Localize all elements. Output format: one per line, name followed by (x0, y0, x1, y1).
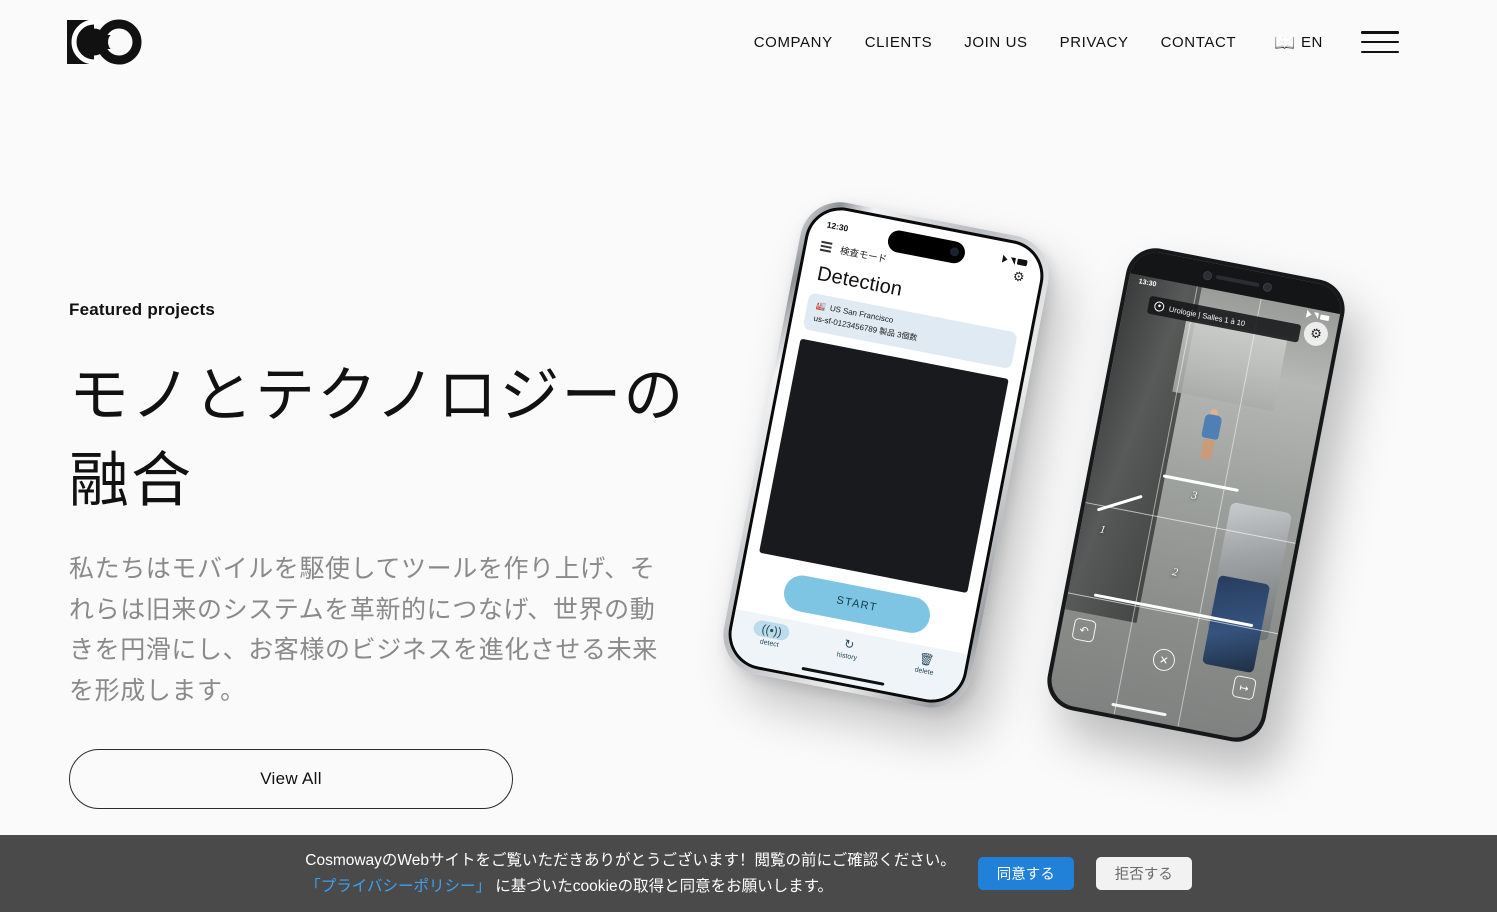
phone-mockup-detection: 12:30 ⚙ 検査モード Detection 🏭 US San Francis… (716, 195, 1056, 715)
phone1-camera-viewport (759, 338, 1009, 594)
view-all-button[interactable]: View All (69, 749, 513, 809)
phone1-bezel: 12:30 ⚙ 検査モード Detection 🏭 US San Francis… (722, 201, 1050, 709)
phone1-tab-history[interactable]: ↻ history (819, 632, 878, 665)
cookie-message: CosmowayのWebサイトをご覧いただきありがとうございます！閲覧の前にご確… (305, 848, 955, 898)
trash-icon: 🗑 (917, 651, 936, 668)
cosmoway-logo[interactable] (67, 18, 147, 68)
nav-clients[interactable]: CLIENTS (849, 34, 949, 51)
phone1-tab-history-label: history (835, 651, 858, 663)
ar-measure-segment-3 (1162, 474, 1239, 493)
factory-icon: 🏭 (815, 301, 827, 312)
nav-join-us[interactable]: JOIN US (948, 34, 1043, 51)
hero-eyebrow: Featured projects (69, 300, 216, 319)
phone2-undo-button[interactable]: ↶ (1071, 617, 1098, 644)
hero-headline: モノとテクノロジーの融合 (69, 363, 686, 515)
front-camera-icon (1202, 269, 1213, 281)
signal-icon (1312, 312, 1319, 320)
cookie-line-1: CosmowayのWebサイトをご覧いただきありがとうございます！閲覧の前にご確… (305, 852, 956, 870)
hamburger-bar-2 (1361, 40, 1399, 44)
cookie-line-2-rest: に基づいたcookieの取得と同意をお願いします。 (495, 877, 834, 895)
location-pin-icon: ● (1153, 300, 1166, 313)
privacy-policy-link[interactable]: 「プライバシーポリシー」 (305, 878, 491, 895)
wifi-icon (1001, 254, 1009, 264)
wifi-icon (1305, 309, 1313, 319)
battery-icon (1319, 313, 1330, 321)
translate-icon: 📖 (1274, 32, 1296, 52)
cookie-consent-banner: CosmowayのWebサイトをご覧いただきありがとうございます！閲覧の前にご確… (0, 835, 1497, 912)
cookie-actions: 同意する 拒否する (977, 857, 1192, 890)
phone1-tab-delete-label: delete (913, 666, 935, 677)
corridor-equipment (1201, 574, 1271, 674)
hero-text-block: Featured projects モノとテクノロジーの融合 私たちはモバイルを… (69, 300, 689, 712)
cookie-reject-button[interactable]: 拒否する (1095, 857, 1192, 890)
phone1-menu-icon[interactable] (819, 241, 833, 253)
history-icon: ↻ (842, 636, 856, 653)
phone-mockup-ar-navigation: 3 2 1 13:30 ● Urologie | Salles 1 à 10 ⚙… (1042, 243, 1350, 747)
hamburger-menu-icon[interactable] (1361, 31, 1399, 53)
hamburger-bar-1 (1361, 31, 1399, 34)
phone1-tab-detect[interactable]: ((•)) detect (741, 617, 801, 652)
phone2-next-button[interactable]: ↦ (1231, 674, 1258, 701)
language-label: EN (1300, 33, 1323, 51)
ar-label-2: 2 (1171, 565, 1179, 579)
nav-contact[interactable]: CONTACT (1145, 34, 1253, 51)
sensor-icon (1262, 281, 1273, 293)
site-header: COMPANY CLIENTS JOIN US PRIVACY CONTACT … (0, 0, 1497, 90)
corridor-left-wall (1064, 273, 1202, 623)
phone1-tab-delete[interactable]: 🗑 delete (896, 647, 955, 680)
phone1-screen: 12:30 ⚙ 検査モード Detection 🏭 US San Francis… (725, 204, 1047, 706)
corridor-person (1198, 408, 1223, 461)
featured-projects-imagery: 12:30 ⚙ 検査モード Detection 🏭 US San Francis… (716, 190, 1430, 840)
detect-icon: ((•)) (752, 619, 792, 642)
battery-icon (1016, 258, 1028, 267)
hamburger-bar-3 (1361, 50, 1399, 53)
nav-privacy[interactable]: PRIVACY (1044, 34, 1145, 51)
signal-icon (1009, 256, 1016, 265)
main-navigation: COMPANY CLIENTS JOIN US PRIVACY CONTACT … (738, 31, 1399, 53)
earpiece-speaker (1215, 274, 1260, 288)
page-root: COMPANY CLIENTS JOIN US PRIVACY CONTACT … (0, 0, 1497, 912)
phone1-tab-detect-label: detect (759, 638, 780, 649)
nav-company[interactable]: COMPANY (738, 34, 849, 51)
hero-description: 私たちはモバイルを駆使してツールを作り上げ、それらは旧来のシステムを革新的につな… (69, 556, 658, 705)
cookie-line-2: 「プライバシーポリシー」 に基づいたcookieの取得と同意をお願いします。 (305, 874, 955, 899)
language-switcher[interactable]: 📖 EN (1252, 34, 1337, 51)
cookie-accept-button[interactable]: 同意する (977, 857, 1074, 890)
phone2-screen: 3 2 1 13:30 ● Urologie | Salles 1 à 10 ⚙… (1046, 247, 1346, 743)
ar-label-3: 3 (1190, 489, 1199, 503)
